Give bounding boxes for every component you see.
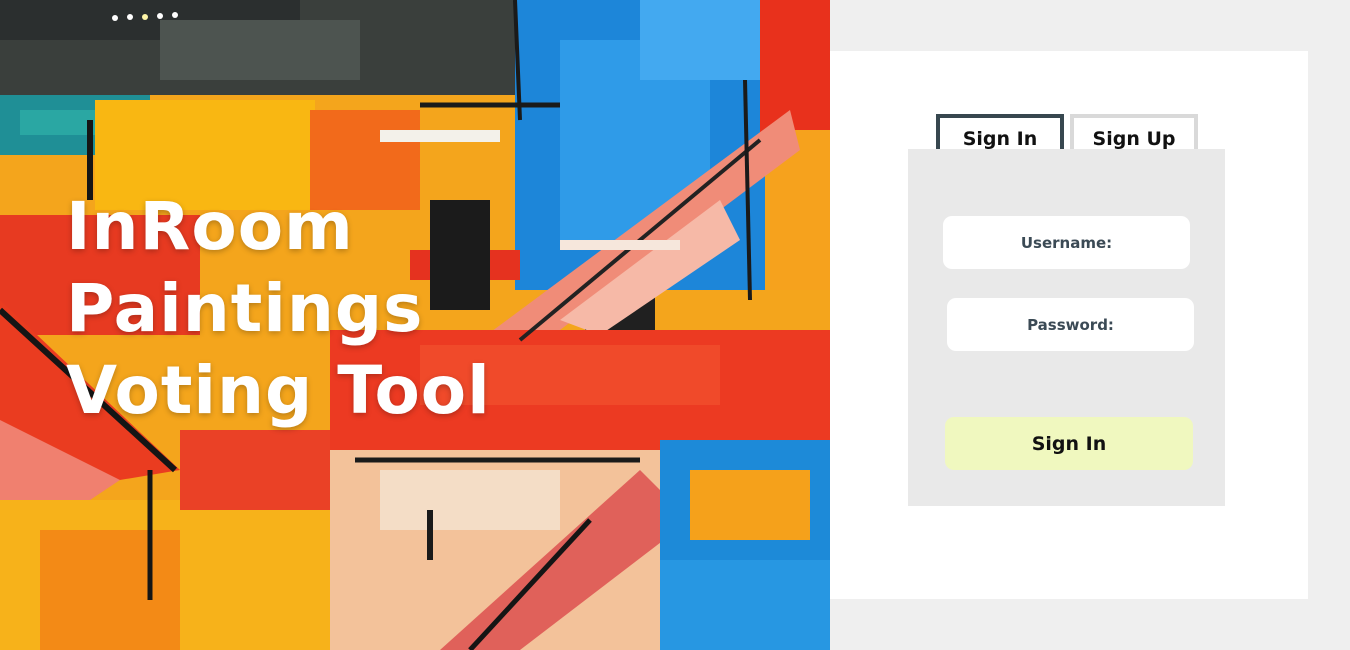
hero-painting: InRoom Paintings Voting Tool [0,0,830,650]
password-input[interactable] [947,298,1194,351]
app-title: InRoom Paintings Voting Tool [66,186,491,432]
app-title-line-1: InRoom [66,188,354,265]
app-title-line-3: Voting Tool [66,352,491,429]
tab-sign-in-label: Sign In [962,128,1038,150]
tab-sign-up[interactable]: Sign Up [1070,114,1198,150]
app-title-line-2: Paintings [66,270,424,347]
login-page: InRoom Paintings Voting Tool Sign In Sig… [0,0,1350,650]
username-input[interactable] [943,216,1190,269]
sign-in-button[interactable]: Sign In [945,417,1193,470]
tab-sign-in[interactable]: Sign In [936,114,1064,150]
tab-sign-up-label: Sign Up [1092,128,1176,150]
